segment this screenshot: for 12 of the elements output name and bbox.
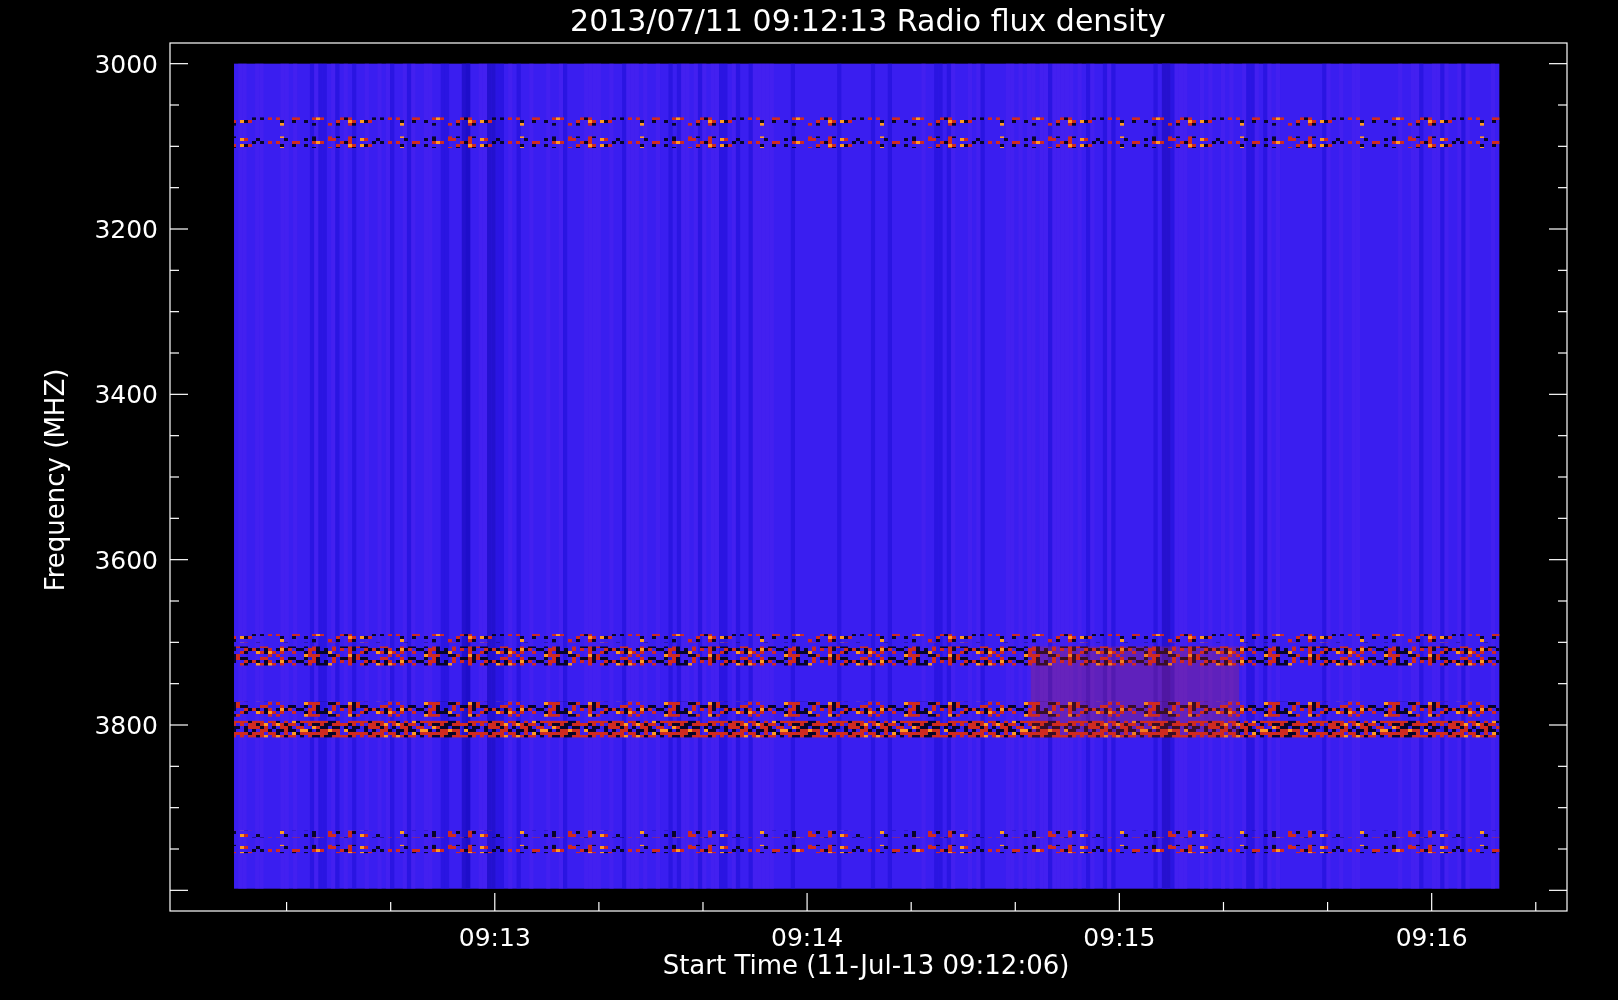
y-axis-label: Frequency (MHZ) — [40, 368, 70, 592]
x-tick-label: 09:16 — [1395, 923, 1468, 952]
y-tick-label: 3400 — [94, 380, 158, 410]
x-tick-label: 09:15 — [1083, 923, 1156, 952]
y-tick-label: 3200 — [94, 215, 158, 244]
y-tick-label: 3600 — [94, 545, 158, 575]
y-tick-label: 3000 — [94, 49, 158, 79]
x-axis-label: Start Time (11-Jul-13 09:12:06) — [662, 950, 1070, 980]
chart-title: 2013/07/11 09:12:13 Radio flux density — [570, 3, 1166, 38]
x-tick-label: 09:13 — [458, 923, 531, 952]
y-tick-label: 3800 — [94, 711, 158, 740]
x-tick-label: 09:14 — [771, 923, 844, 952]
